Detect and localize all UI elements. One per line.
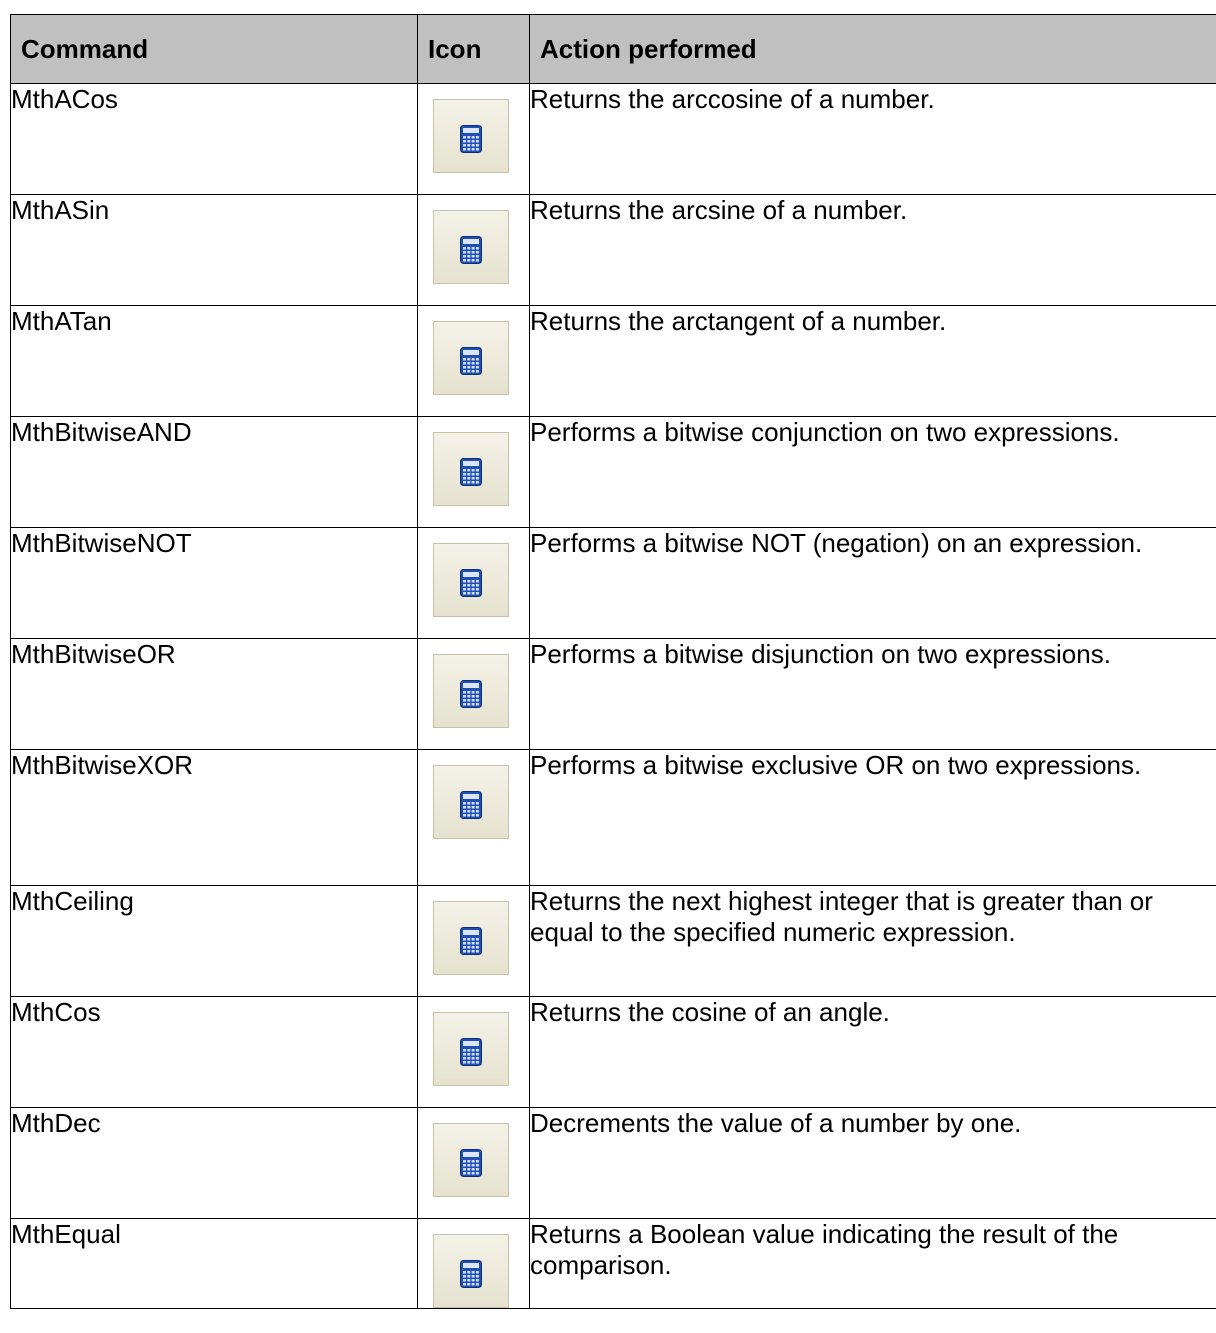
- commands-table: Command Icon Action performed MthACos Re…: [10, 14, 1216, 1309]
- calculator-icon: [460, 927, 482, 955]
- action-description: Returns a Boolean value indicating the r…: [529, 1218, 1216, 1309]
- table-row: MthEqual Returns a Boolean value indicat…: [10, 1218, 1216, 1309]
- command-name: MthACos: [10, 83, 418, 195]
- calculator-icon-button[interactable]: [433, 1234, 509, 1308]
- calculator-icon-button[interactable]: [433, 432, 509, 506]
- calculator-icon: [460, 1149, 482, 1177]
- action-description: Performs a bitwise NOT (negation) on an …: [529, 527, 1216, 639]
- header-action: Action performed: [529, 14, 1216, 84]
- calculator-icon-button[interactable]: [433, 210, 509, 284]
- action-description: Returns the arccosine of a number.: [529, 83, 1216, 195]
- calculator-icon-button[interactable]: [433, 1123, 509, 1197]
- calculator-icon: [460, 236, 482, 264]
- calculator-icon: [460, 569, 482, 597]
- header-command: Command: [10, 14, 418, 84]
- action-description: Performs a bitwise conjunction on two ex…: [529, 416, 1216, 528]
- action-description: Returns the cosine of an angle.: [529, 996, 1216, 1108]
- action-description: Decrements the value of a number by one.: [529, 1107, 1216, 1219]
- calculator-icon: [460, 791, 482, 819]
- calculator-icon: [460, 1260, 482, 1288]
- action-description: Performs a bitwise disjunction on two ex…: [529, 638, 1216, 750]
- table-row: MthBitwiseOR Performs a bitwise disjunct…: [10, 638, 1216, 750]
- command-name: MthBitwiseOR: [10, 638, 418, 750]
- calculator-icon-button[interactable]: [433, 99, 509, 173]
- calculator-icon: [460, 458, 482, 486]
- action-description: Returns the arcsine of a number.: [529, 194, 1216, 306]
- action-description: Returns the next highest integer that is…: [529, 885, 1216, 997]
- calculator-icon: [460, 125, 482, 153]
- table-row: MthBitwiseNOT Performs a bitwise NOT (ne…: [10, 527, 1216, 639]
- header-icon: Icon: [417, 14, 530, 84]
- command-name: MthEqual: [10, 1218, 418, 1309]
- calculator-icon-button[interactable]: [433, 901, 509, 975]
- command-name: MthASin: [10, 194, 418, 306]
- table-row: MthBitwiseXOR Performs a bitwise exclusi…: [10, 749, 1216, 886]
- table-row: MthBitwiseAND Performs a bitwise conjunc…: [10, 416, 1216, 528]
- calculator-icon-button[interactable]: [433, 654, 509, 728]
- command-name: MthBitwiseXOR: [10, 749, 418, 886]
- table-row: MthDec Decrements the value of a number …: [10, 1107, 1216, 1219]
- calculator-icon: [460, 347, 482, 375]
- command-name: MthCos: [10, 996, 418, 1108]
- calculator-icon-button[interactable]: [433, 1012, 509, 1086]
- table-row: MthASin Returns the arcsine of a number.: [10, 194, 1216, 306]
- table-row: MthACos Returns the arccosine of a numbe…: [10, 83, 1216, 195]
- calculator-icon-button[interactable]: [433, 543, 509, 617]
- calculator-icon-button[interactable]: [433, 321, 509, 395]
- calculator-icon: [460, 1038, 482, 1066]
- table-row: MthCeiling Returns the next highest inte…: [10, 885, 1216, 997]
- command-name: MthBitwiseNOT: [10, 527, 418, 639]
- command-name: MthATan: [10, 305, 418, 417]
- calculator-icon: [460, 680, 482, 708]
- table-row: MthATan Returns the arctangent of a numb…: [10, 305, 1216, 417]
- action-description: Performs a bitwise exclusive OR on two e…: [529, 749, 1216, 886]
- command-name: MthBitwiseAND: [10, 416, 418, 528]
- table-header-row: Command Icon Action performed: [10, 14, 1216, 84]
- table-row: MthCos Returns the cosine of an angle.: [10, 996, 1216, 1108]
- command-name: MthDec: [10, 1107, 418, 1219]
- action-description: Returns the arctangent of a number.: [529, 305, 1216, 417]
- calculator-icon-button[interactable]: [433, 765, 509, 839]
- command-name: MthCeiling: [10, 885, 418, 997]
